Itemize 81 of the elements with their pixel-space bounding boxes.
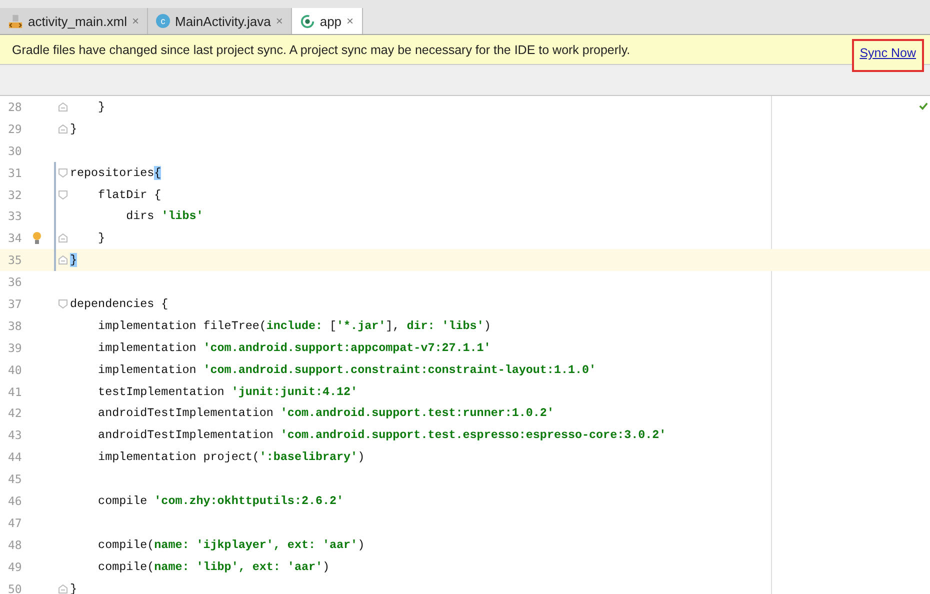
line-number: 30 <box>7 144 23 158</box>
code-text: implementation <box>97 362 198 377</box>
code-text: '*.jar' <box>336 318 386 333</box>
line-number: 45 <box>7 472 23 486</box>
line-number: 33 <box>7 209 23 224</box>
code-text: flatDir { <box>97 188 162 202</box>
code-text: ) <box>322 560 330 574</box>
line-number: 40 <box>7 362 23 377</box>
code-text: compile <box>97 494 148 508</box>
code-text: compile( <box>97 560 154 574</box>
code-text: dependencies { <box>70 296 168 311</box>
fold-marker-icon[interactable] <box>58 584 68 594</box>
code-text: repositories <box>70 166 154 180</box>
line-number: 47 <box>7 516 23 530</box>
fold-marker-icon[interactable] <box>58 102 68 112</box>
line-number: 29 <box>7 122 23 136</box>
line-number: 35 <box>7 253 23 268</box>
code-text: ) <box>358 538 365 552</box>
line-number: 43 <box>7 428 23 442</box>
code-text: name: 'ijkplayer', ext: 'aar' <box>154 538 358 552</box>
code-text: 'com.android.support:appcompat-v7:27.1.1' <box>203 340 491 355</box>
code-text: 'com.zhy:okhttputils:2.6.2' <box>154 494 344 508</box>
line-number: 41 <box>7 384 23 399</box>
check-icon <box>919 102 928 110</box>
code-text: implementation fileTree( <box>97 318 266 333</box>
line-number: 34 <box>7 231 23 246</box>
code-text: testImplementation <box>97 384 226 399</box>
line-number: 31 <box>7 166 23 180</box>
code-text: } <box>97 231 106 246</box>
code-text: ) <box>358 450 365 464</box>
fold-marker-icon[interactable] <box>58 124 68 134</box>
editor-tab[interactable]: activity_main.xml × <box>0 8 148 34</box>
fold-marker-icon[interactable] <box>58 255 68 266</box>
code-text: } <box>70 253 78 268</box>
close-icon[interactable]: × <box>346 14 354 28</box>
fold-marker-icon[interactable] <box>58 190 68 200</box>
line-number: 39 <box>7 340 23 355</box>
code-text: compile( <box>97 538 154 552</box>
lightbulb-icon[interactable] <box>32 231 42 246</box>
line-number: 48 <box>7 538 23 552</box>
code-text: 'com.android.support.test:runner:1.0.2' <box>280 406 554 420</box>
code-text: ':baselibrary' <box>259 450 358 464</box>
line-number: 28 <box>7 100 23 114</box>
xml-file-icon <box>8 14 23 28</box>
code-text: 'junit:junit:4.12' <box>231 384 358 399</box>
line-number: 38 <box>7 318 23 333</box>
code-text: 'com.android.support.test.espresso:espresso-core:3.0.2' <box>280 428 666 442</box>
notification-message: Gradle files have changed since last project sync. A project sync may be necessary for the IDE to work properly. <box>12 42 630 56</box>
code-text: androidTestImplementation <box>97 406 274 420</box>
code-text: implementation <box>97 340 198 355</box>
code-text: dir: 'libs' <box>406 318 484 333</box>
code-text: name: 'libp', ext: 'aar' <box>154 560 322 574</box>
code-text: } <box>70 122 78 136</box>
line-number: 44 <box>7 450 23 464</box>
line-number: 49 <box>7 560 23 574</box>
fold-marker-icon[interactable] <box>58 168 68 178</box>
code-text: } <box>97 100 106 114</box>
code-text: 'libs' <box>161 209 204 224</box>
line-number: 50 <box>7 582 23 594</box>
code-text: 'com.android.support.constraint:constraint-layout:1.1.0' <box>203 362 596 377</box>
code-text: androidTestImplementation <box>97 428 274 442</box>
line-number: 37 <box>7 296 23 311</box>
code-text: } <box>70 582 78 594</box>
code-text: ], <box>386 318 401 333</box>
code-text: [ <box>330 318 337 333</box>
editor-tab[interactable]: c MainActivity.java × <box>148 8 292 34</box>
code-text: include: <box>266 318 324 333</box>
gradle-icon <box>300 14 315 28</box>
code-text: ) <box>484 318 491 333</box>
class-icon: c <box>156 14 170 28</box>
line-number: 36 <box>7 275 23 290</box>
line-number: 32 <box>7 188 23 202</box>
code-text: implementation project( <box>97 450 260 464</box>
editor-tab[interactable]: app × <box>292 8 363 34</box>
sync-now-link[interactable]: Sync Now <box>860 46 916 60</box>
fold-marker-icon[interactable] <box>58 233 68 244</box>
code-text: dirs <box>125 209 156 224</box>
line-number: 42 <box>7 406 23 420</box>
line-number: 46 <box>7 494 23 508</box>
code-text: { <box>154 166 162 180</box>
fold-marker-icon[interactable] <box>58 298 68 309</box>
